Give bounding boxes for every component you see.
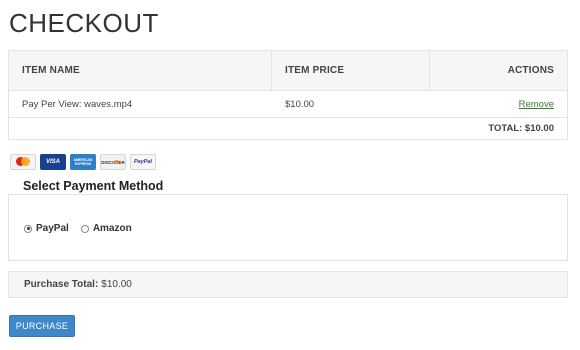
purchase-total-label: Purchase Total: — [24, 279, 99, 290]
column-header-actions: ACTIONS — [507, 65, 554, 76]
table-row: Pay Per View: waves.mp4 $10.00 Remove — [9, 91, 567, 118]
purchase-button[interactable]: PURCHASE — [9, 315, 75, 337]
payment-option-paypal[interactable]: PayPal — [24, 223, 69, 234]
amazon-option-label: Amazon — [92, 223, 132, 234]
paypal-icon: PayPal — [130, 154, 156, 170]
remove-link[interactable]: Remove — [519, 99, 554, 110]
purchase-total: Purchase Total: $10.00 — [8, 271, 568, 298]
cart-table-header: ITEM NAME ITEM PRICE ACTIONS — [9, 51, 567, 91]
accepted-cards: VISA AMERICAN EXPRESS DISCOVER PayPal — [10, 154, 156, 170]
amex-icon: AMERICAN EXPRESS — [70, 154, 96, 170]
visa-icon: VISA — [40, 154, 66, 170]
purchase-total-value: $10.00 — [101, 279, 132, 290]
amazon-radio[interactable] — [80, 224, 89, 233]
cart-total: TOTAL: $10.00 — [488, 123, 554, 134]
payment-method-box: PayPal Amazon — [8, 194, 568, 261]
discover-icon: DISCOVER — [100, 154, 126, 170]
item-price-cell: $10.00 — [285, 98, 315, 110]
cart-table: ITEM NAME ITEM PRICE ACTIONS Pay Per Vie… — [8, 50, 568, 140]
actions-cell: Remove — [430, 91, 567, 117]
item-name-cell: Pay Per View: waves.mp4 — [22, 98, 133, 110]
column-header-item-name: ITEM NAME — [9, 51, 272, 90]
payment-option-amazon[interactable]: Amazon — [80, 223, 132, 234]
paypal-radio[interactable] — [24, 224, 32, 233]
paypal-option-label: PayPal — [36, 223, 69, 234]
column-header-item-price: ITEM PRICE — [272, 51, 430, 90]
payment-options: PayPal Amazon — [24, 223, 144, 234]
page-title: CHECKOUT — [9, 8, 159, 38]
mastercard-icon — [10, 154, 36, 170]
payment-method-title: Select Payment Method — [23, 179, 164, 193]
